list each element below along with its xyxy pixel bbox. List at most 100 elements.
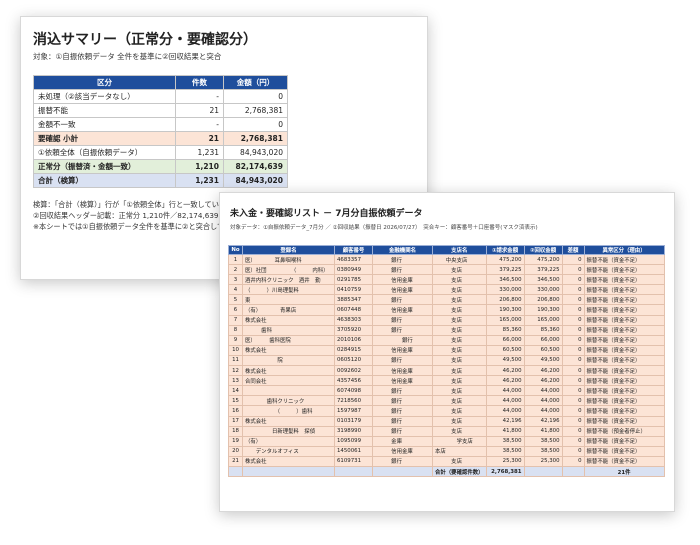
detail-header-row: No 登録名 顧客番号 金融機関名 支店名 ①請求金額 ②回収金額 差額 異常区… bbox=[228, 245, 665, 255]
detail-cell-name: 日新理髪料 探偵 bbox=[242, 425, 335, 437]
detail-cell-reason: 振替不能（資金不足） bbox=[583, 455, 665, 467]
detail-cell-cust: 4357456 bbox=[334, 375, 373, 387]
detail-cell-no: 11 bbox=[228, 354, 243, 367]
detail-cell-req: 66,000 bbox=[485, 334, 525, 346]
detail-cell-reason: 振替不能（資金不足） bbox=[583, 435, 665, 447]
detail-cell-reason: 振替不能（預金者停止） bbox=[583, 425, 665, 437]
detail-row: 3 酒井内科クリニック 酒井 勤 0291785 信用金庫 支店 346,500 346… bbox=[228, 274, 665, 286]
detail-row: 9 医） 歯科医院 2010106 銀行 支店 66,000 66,000 0 振替不能（資… bbox=[228, 334, 665, 346]
detail-cell-rec: 44,000 bbox=[523, 395, 563, 407]
detail-cell-branch: 支店 bbox=[432, 344, 487, 356]
summary-amount: 2,768,381 bbox=[223, 103, 288, 118]
note-line: 検算：「合計（検算）」行が「①依頼全体」行と一致してい bbox=[33, 200, 219, 209]
summary-label: 未処理（②該当データなし） bbox=[33, 89, 176, 104]
detail-cell-branch: 学支店 bbox=[432, 435, 487, 447]
detail-title: 未入金・要確認リスト － 7月分自振依頼データ bbox=[230, 209, 423, 219]
detail-cell-no: 8 bbox=[228, 324, 243, 336]
detail-cell-cust: 0410759 bbox=[334, 284, 373, 296]
summary-count: - bbox=[175, 117, 224, 132]
detail-cell-bank: 信用金庫 bbox=[372, 344, 433, 356]
detail-cell-branch: 支店 bbox=[432, 274, 487, 286]
detail-cell-req: 330,000 bbox=[485, 284, 525, 296]
detail-cell-reason: 振替不能（資金不足） bbox=[583, 445, 665, 457]
detail-cell-name: 医） 歯科医院 bbox=[242, 334, 335, 346]
detail-total-label: 合計（要確認件数） bbox=[432, 465, 487, 478]
detail-row: 12 株式会社 0092602 信用金庫 支店 46,200 46,200 0 振替不能（… bbox=[228, 365, 665, 377]
detail-cell-branch: 支店 bbox=[432, 395, 487, 407]
detail-header-no: No bbox=[228, 245, 243, 255]
summary-notes: 検算：「合計（検算）」行が「①依頼全体」行と一致してい ②回収結果ヘッダー記載：… bbox=[33, 199, 226, 232]
summary-header-amount: 金額（円） bbox=[223, 75, 288, 90]
detail-cell-bank: 銀行 bbox=[372, 324, 433, 336]
detail-cell-req: 60,500 bbox=[485, 344, 525, 356]
detail-cell-req: 46,200 bbox=[485, 375, 525, 387]
detail-cell-cust: 3705920 bbox=[334, 324, 373, 336]
detail-cell-no: 14 bbox=[228, 385, 243, 397]
detail-cell-bank: 銀行 bbox=[372, 354, 433, 367]
detail-cell-branch: 支店 bbox=[432, 304, 487, 316]
detail-cell-reason: 振替不能（資金不足） bbox=[583, 415, 665, 427]
summary-label: 合計（検算） bbox=[33, 173, 176, 188]
detail-cell-rec: 190,300 bbox=[523, 304, 563, 316]
detail-header-name: 登録名 bbox=[242, 245, 335, 255]
detail-header-reason: 異常区分（理由） bbox=[583, 245, 665, 255]
detail-cell-name: 歯科 bbox=[242, 324, 335, 336]
detail-sheet: 未入金・要確認リスト － 7月分自振依頼データ 対象データ：①自振依頼データ_7… bbox=[219, 192, 675, 512]
detail-cell-bank: 信用金庫 bbox=[372, 304, 433, 316]
detail-row: 6 （有） 青果店 0607448 信用金庫 支店 190,300 190,300 0 振替… bbox=[228, 304, 665, 316]
detail-cell-reason: 振替不能（資金不足） bbox=[583, 253, 665, 266]
detail-total-amount: 2,768,381 bbox=[485, 465, 525, 478]
detail-cell-rec: 475,200 bbox=[523, 253, 563, 266]
detail-cell-diff: 0 bbox=[561, 395, 585, 407]
detail-cell-req: 44,000 bbox=[485, 385, 525, 397]
detail-cell-bank: 信用金庫 bbox=[372, 375, 433, 387]
detail-cell-diff: 0 bbox=[561, 425, 585, 437]
detail-row: 15 歯科クリニック 7218560 銀行 支店 44,000 44,000 0 振替不能… bbox=[228, 395, 665, 407]
detail-cell-no: 15 bbox=[228, 395, 243, 407]
detail-row: 10 株式会社 0284915 信用金庫 支店 60,500 60,500 0 振替不能（… bbox=[228, 344, 665, 356]
detail-cell-no: 21 bbox=[228, 455, 243, 467]
detail-cell-diff: 0 bbox=[561, 284, 585, 296]
detail-cell-diff: 0 bbox=[561, 274, 585, 286]
detail-cell-rec: 66,000 bbox=[523, 334, 563, 346]
detail-cell-no: 3 bbox=[228, 274, 243, 286]
detail-cell-diff: 0 bbox=[561, 344, 585, 356]
detail-cell-no: 4 bbox=[228, 284, 243, 296]
detail-cell-req: 165,000 bbox=[485, 314, 525, 326]
detail-cell-rec: 330,000 bbox=[523, 284, 563, 296]
detail-cell-reason: 振替不能（資金不足） bbox=[583, 334, 665, 346]
detail-cell-req: 190,300 bbox=[485, 304, 525, 316]
detail-row: 2 医）社団 （ 内科） 0380949 銀行 支店 379,225 379,225 0 振… bbox=[228, 264, 665, 276]
detail-cell-branch: 本店 bbox=[432, 445, 487, 457]
detail-cell-diff: 0 bbox=[561, 294, 585, 306]
detail-row: 18 日新理髪料 探偵 3198990 銀行 支店 41,800 41,800 0 振替不… bbox=[228, 425, 665, 437]
detail-cell-rec: 44,000 bbox=[523, 405, 563, 417]
detail-cell-no: 18 bbox=[228, 425, 243, 437]
detail-cell-branch: 支店 bbox=[432, 425, 487, 437]
summary-row-normal: 正常分（振替済・金額一致） 1,210 82,174,639 bbox=[33, 159, 288, 174]
summary-subtitle: 対象：①自振依頼データ 全件を基準に②回収結果と突合 bbox=[33, 52, 222, 61]
detail-row: 7 株式会社 4638303 銀行 支店 165,000 165,000 0 振替不能（資… bbox=[228, 314, 665, 326]
detail-cell-name: 歯科クリニック bbox=[242, 395, 335, 407]
detail-cell-req: 49,500 bbox=[485, 354, 525, 367]
summary-amount: 82,174,639 bbox=[223, 159, 288, 174]
detail-cell-name: （有） 青果店 bbox=[242, 304, 335, 316]
detail-cell-name: 医）社団 （ 内科） bbox=[242, 264, 335, 276]
detail-cell-reason: 振替不能（資金不足） bbox=[583, 294, 665, 306]
detail-cell-req: 379,225 bbox=[485, 264, 525, 276]
detail-cell-rec: 165,000 bbox=[523, 314, 563, 326]
note-line: ②回収結果ヘッダー記載：正常分 1,210件／82,174,639円 bbox=[33, 211, 226, 220]
detail-cell-rec: 41,800 bbox=[523, 425, 563, 437]
detail-cell-rec: 85,360 bbox=[523, 324, 563, 336]
detail-cell-diff: 0 bbox=[561, 455, 585, 467]
detail-cell-no: 9 bbox=[228, 334, 243, 346]
detail-header-customer: 顧客番号 bbox=[334, 245, 373, 255]
detail-cell-no: 12 bbox=[228, 365, 243, 377]
detail-cell-bank: 信用金庫 bbox=[372, 274, 433, 286]
summary-header-row: 区分 件数 金額（円） bbox=[33, 75, 288, 90]
detail-cell-req: 206,800 bbox=[485, 294, 525, 306]
detail-cell-cust: 1450061 bbox=[334, 445, 373, 457]
detail-cell-req: 346,500 bbox=[485, 274, 525, 286]
detail-cell-no: 17 bbox=[228, 415, 243, 427]
detail-cell-cust: 0291785 bbox=[334, 274, 373, 286]
